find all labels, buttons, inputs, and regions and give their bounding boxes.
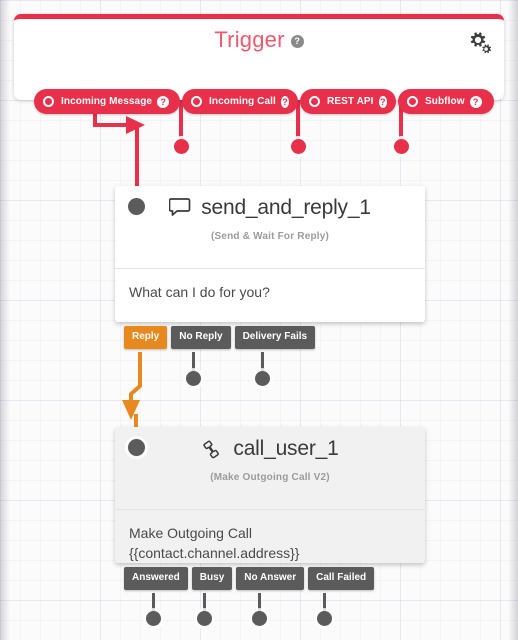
trigger-pill-label: Incoming Call: [209, 96, 276, 107]
circle-ring-icon: [309, 96, 320, 107]
output-endpoint-answered[interactable]: [146, 611, 161, 626]
node-title: send_and_reply_1: [201, 196, 371, 219]
circle-ring-icon: [407, 96, 418, 107]
help-icon[interactable]: ?: [280, 95, 289, 108]
output-tab-reply[interactable]: Reply: [124, 326, 168, 349]
trigger-pill-label: Subflow: [425, 96, 465, 107]
help-icon[interactable]: ?: [378, 95, 387, 108]
output-tab-busy[interactable]: Busy: [191, 567, 233, 590]
node-subtitle: (Make Outgoing Call V2): [210, 472, 330, 483]
chat-bubble-icon: [169, 198, 191, 216]
output-endpoint-call-failed[interactable]: [317, 611, 332, 626]
output-tab-call-failed[interactable]: Call Failed: [308, 567, 375, 590]
circle-ring-icon: [43, 96, 54, 107]
output-endpoint-busy[interactable]: [197, 611, 212, 626]
node-body: What can I do for you?: [115, 269, 425, 302]
node-body-line: Make Outgoing Call: [129, 525, 252, 541]
trigger-endpoint-incoming-call[interactable]: [174, 139, 189, 154]
output-tab-no-answer[interactable]: No Answer: [236, 567, 305, 590]
help-icon[interactable]: ?: [290, 34, 304, 48]
node-subtitle: (Send & Wait For Reply): [210, 231, 330, 242]
flow-canvas[interactable]: Trigger? Incoming Message ? Incoming Cal…: [0, 0, 518, 640]
node-title-row: send_and_reply_1: [115, 186, 425, 220]
output-tab-answered[interactable]: Answered: [124, 567, 188, 590]
node-header: send_and_reply_1 (Send & Wait For Reply): [115, 186, 425, 269]
help-icon[interactable]: ?: [157, 95, 170, 108]
node-body-line: What can I do for you?: [129, 284, 270, 300]
trigger-pill-incoming-call[interactable]: Incoming Call ?: [182, 89, 298, 114]
trigger-endpoint-subflow[interactable]: [394, 139, 409, 154]
node-title: call_user_1: [233, 437, 339, 460]
gear-icon[interactable]: [466, 29, 492, 55]
output-tabs-call-user: Answered Busy No Answer Call Failed: [124, 567, 375, 590]
canvas-edge-shade-left: [0, 0, 10, 640]
canvas-edge-shade-right: [508, 0, 518, 640]
output-tab-delivery-fails[interactable]: Delivery Fails: [234, 326, 316, 349]
node-header: call_user_1 (Make Outgoing Call V2): [115, 427, 425, 510]
trigger-pill-rest-api[interactable]: REST API ?: [300, 89, 396, 114]
output-endpoint-no-reply[interactable]: [186, 371, 201, 386]
trigger-panel: Trigger? Incoming Message ? Incoming Cal…: [14, 14, 504, 114]
output-tabs-send-and-reply: Reply No Reply Delivery Fails: [124, 326, 316, 349]
node-input-port[interactable]: [128, 439, 145, 456]
help-icon[interactable]: ?: [469, 95, 482, 108]
trigger-pill-label: Incoming Message: [61, 96, 153, 107]
output-tab-no-reply[interactable]: No Reply: [171, 326, 231, 349]
node-title-row: call_user_1: [115, 427, 425, 461]
phone-icon: [203, 440, 220, 459]
trigger-pill-incoming-message[interactable]: Incoming Message ?: [34, 89, 180, 114]
node-card-call-user[interactable]: call_user_1 (Make Outgoing Call V2) Make…: [115, 427, 425, 563]
node-body-line: {{contact.channel.address}}: [129, 545, 300, 562]
trigger-endpoint-rest-api[interactable]: [291, 139, 306, 154]
node-card-send-and-reply[interactable]: send_and_reply_1 (Send & Wait For Reply)…: [115, 186, 425, 322]
trigger-title-row: Trigger?: [14, 27, 504, 53]
circle-ring-icon: [191, 96, 202, 107]
output-endpoint-delivery-fails[interactable]: [255, 371, 270, 386]
trigger-pill-label: REST API: [327, 96, 374, 107]
page-title: Trigger: [214, 27, 285, 52]
output-endpoint-no-answer[interactable]: [252, 611, 267, 626]
trigger-pill-subflow[interactable]: Subflow ?: [398, 89, 494, 114]
node-input-port[interactable]: [128, 198, 145, 215]
node-body: Make Outgoing Call {{contact.channel.add…: [115, 510, 425, 564]
